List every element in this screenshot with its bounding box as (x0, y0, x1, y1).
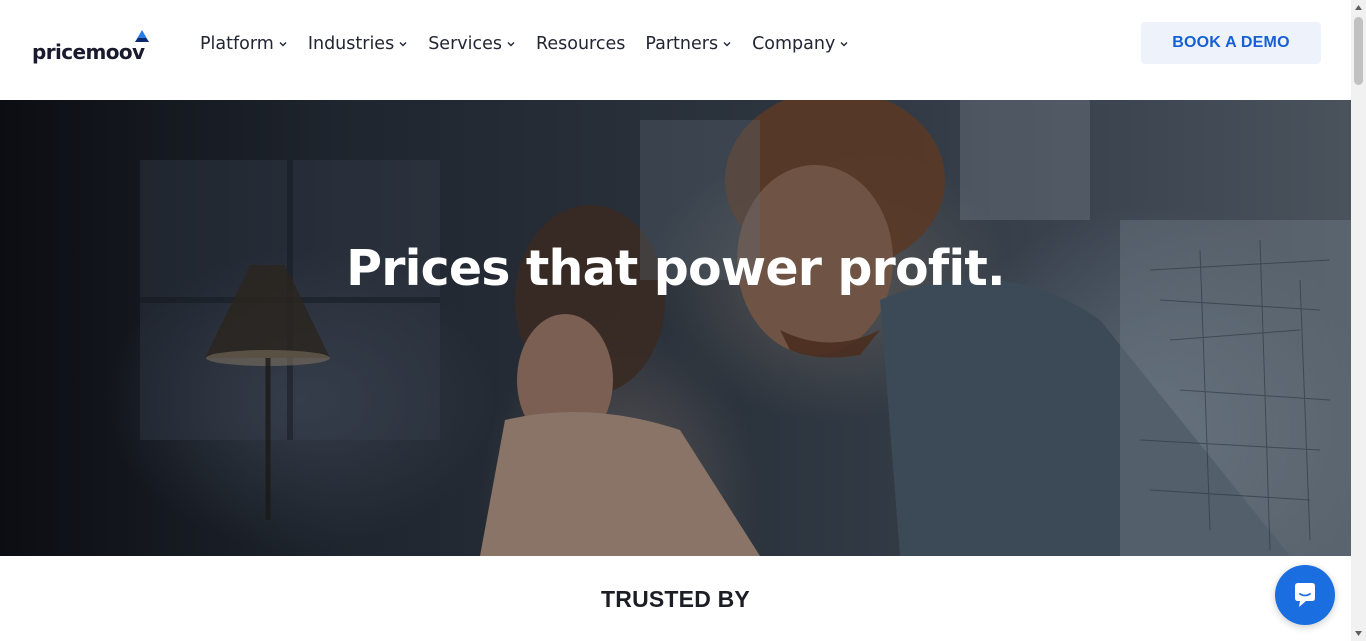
chevron-down-icon (507, 42, 515, 47)
nav-item-label: Platform (200, 34, 274, 54)
nav-item-industries[interactable]: Industries (308, 34, 408, 54)
chat-bubble-icon (1295, 583, 1315, 607)
hero-background-image (140, 100, 1351, 556)
chat-launcher-button[interactable] (1275, 565, 1335, 625)
nav-item-platform[interactable]: Platform (200, 34, 288, 54)
nav-item-label: Company (752, 34, 836, 54)
nav-item-services[interactable]: Services (428, 34, 516, 54)
chevron-down-icon (840, 42, 848, 47)
hero-section: Prices that power profit. (0, 100, 1351, 556)
chevron-down-icon (279, 42, 287, 47)
nav-item-label: Services (428, 34, 502, 54)
main-nav: Platform Industries Services Resources P… (200, 32, 869, 56)
nav-item-resources[interactable]: Resources (536, 34, 625, 54)
nav-item-partners[interactable]: Partners (645, 34, 732, 54)
scrollbar-thumb[interactable] (1354, 17, 1363, 85)
chevron-down-icon (399, 42, 407, 47)
nav-item-label: Partners (645, 34, 719, 54)
nav-item-company[interactable]: Company (752, 34, 849, 54)
trusted-by-heading: TRUSTED BY (601, 586, 750, 612)
nav-item-label: Resources (535, 34, 626, 54)
page-scrollbar[interactable] (1351, 0, 1366, 641)
brand-logo-wordmark: pricemoov (32, 40, 145, 64)
nav-item-label: Industries (307, 34, 395, 54)
chevron-down-icon (723, 42, 731, 47)
site-header: pricemoov Platform Industries Services R… (0, 0, 1351, 100)
book-demo-button[interactable]: BOOK A DEMO (1141, 22, 1321, 64)
hero-headline: Prices that power profit. (346, 240, 1006, 297)
logo-triangle-icon (135, 30, 149, 42)
scroll-up-arrow-icon[interactable] (1351, 0, 1366, 15)
scroll-down-arrow-icon[interactable] (1351, 626, 1366, 641)
brand-logo[interactable]: pricemoov (32, 30, 162, 66)
